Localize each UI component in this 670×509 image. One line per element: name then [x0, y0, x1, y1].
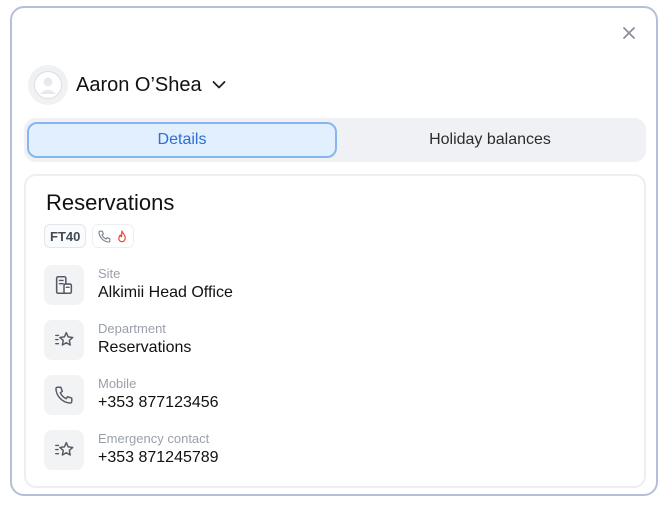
emergency-contact-info: Emergency contact +353 871245789	[98, 431, 219, 469]
site-row: Site Alkimii Head Office	[44, 264, 233, 306]
mobile-info: Mobile +353 877123456	[98, 376, 219, 414]
star-list-icon	[55, 441, 74, 456]
emergency-contact-value: +353 871245789	[98, 449, 219, 466]
emergency-icon-box	[44, 430, 84, 470]
user-icon	[34, 71, 62, 99]
department-title: Reservations	[46, 190, 175, 215]
chevron-down-icon	[212, 81, 226, 89]
mobile-value: +353 877123456	[98, 394, 219, 411]
mobile-row: Mobile +353 877123456	[44, 374, 219, 416]
mobile-label: Mobile	[98, 376, 137, 391]
emergency-contact-row: Emergency contact +353 871245789	[44, 429, 219, 471]
star-list-icon	[55, 331, 74, 346]
tab-details[interactable]: Details	[27, 122, 337, 158]
department-info: Department Reservations	[98, 321, 191, 359]
user-switcher-button[interactable]	[212, 80, 226, 90]
tab-bar: Details Holiday balances	[24, 118, 646, 162]
site-label: Site	[98, 266, 121, 281]
phone-icon	[55, 386, 73, 404]
department-row: Department Reservations	[44, 319, 191, 361]
tab-holiday-balances[interactable]: Holiday balances	[337, 122, 643, 158]
user-name: Aaron O’Shea	[76, 73, 202, 96]
user-header: Aaron O’Shea	[28, 64, 226, 106]
details-card: Reservations FT40 Site Alkimii Head Offi…	[24, 174, 646, 488]
department-label: Department	[98, 321, 166, 336]
badge-row: FT40	[44, 224, 135, 248]
site-value: Alkimii Head Office	[98, 284, 233, 301]
building-icon	[55, 275, 73, 295]
status-icons	[92, 224, 135, 248]
site-icon-box	[44, 265, 84, 305]
close-button[interactable]	[620, 24, 638, 42]
site-info: Site Alkimii Head Office	[98, 266, 233, 304]
code-badge: FT40	[44, 224, 87, 248]
mobile-icon-box	[44, 375, 84, 415]
user-details-modal: Aaron O’Shea Details Holiday balances Re…	[10, 6, 658, 496]
emergency-contact-label: Emergency contact	[98, 431, 210, 446]
department-value: Reservations	[98, 339, 192, 356]
fire-icon	[118, 229, 127, 242]
close-icon	[623, 27, 635, 39]
phone-icon	[98, 230, 111, 243]
department-icon-box	[44, 320, 84, 360]
avatar	[28, 65, 68, 105]
